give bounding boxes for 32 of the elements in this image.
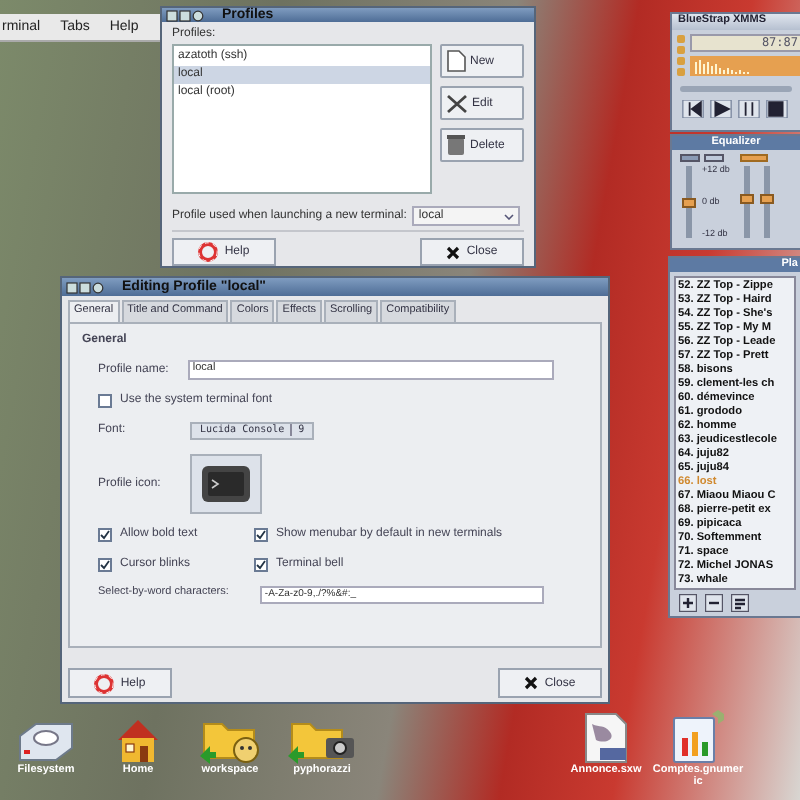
- trash-can-icon: [446, 134, 466, 156]
- close-icon: [524, 676, 539, 690]
- checkbox[interactable]: [254, 557, 268, 571]
- checkbox[interactable]: [254, 527, 268, 541]
- playlist-control-icon[interactable]: [704, 594, 724, 612]
- checkbox[interactable]: [98, 527, 112, 541]
- monitor-icon: [200, 463, 252, 503]
- blank-page-icon: [446, 50, 466, 72]
- playlist-control-icon[interactable]: [730, 594, 750, 612]
- checkbox[interactable]: [98, 393, 112, 407]
- indicator-lights-icon: [676, 34, 686, 78]
- player-control-icon[interactable]: [736, 100, 762, 118]
- document-icon: [580, 712, 632, 764]
- slider-thumb[interactable]: [682, 197, 696, 207]
- lifebuoy-icon: [94, 673, 115, 693]
- slider-thumb[interactable]: [759, 193, 774, 204]
- checkbox[interactable]: [98, 557, 112, 571]
- lifebuoy-icon: [198, 242, 219, 262]
- spreadsheet-chart-icon: [668, 708, 728, 764]
- player-control-icon[interactable]: [708, 100, 734, 118]
- chevron-down-icon: [504, 213, 515, 219]
- player-control-icon[interactable]: [680, 100, 706, 118]
- window-controls-icon[interactable]: [166, 9, 206, 21]
- playlist-control-icon[interactable]: [678, 594, 698, 612]
- slider-thumb[interactable]: [739, 193, 754, 204]
- window-controls-icon[interactable]: [66, 281, 106, 293]
- profile-icon-button[interactable]: [190, 453, 262, 513]
- spectrum-analyzer: [690, 56, 800, 76]
- close-icon: [446, 245, 461, 259]
- player-control-icon[interactable]: [764, 100, 790, 118]
- hard-drive-icon: [16, 720, 76, 764]
- house-icon: [114, 716, 162, 764]
